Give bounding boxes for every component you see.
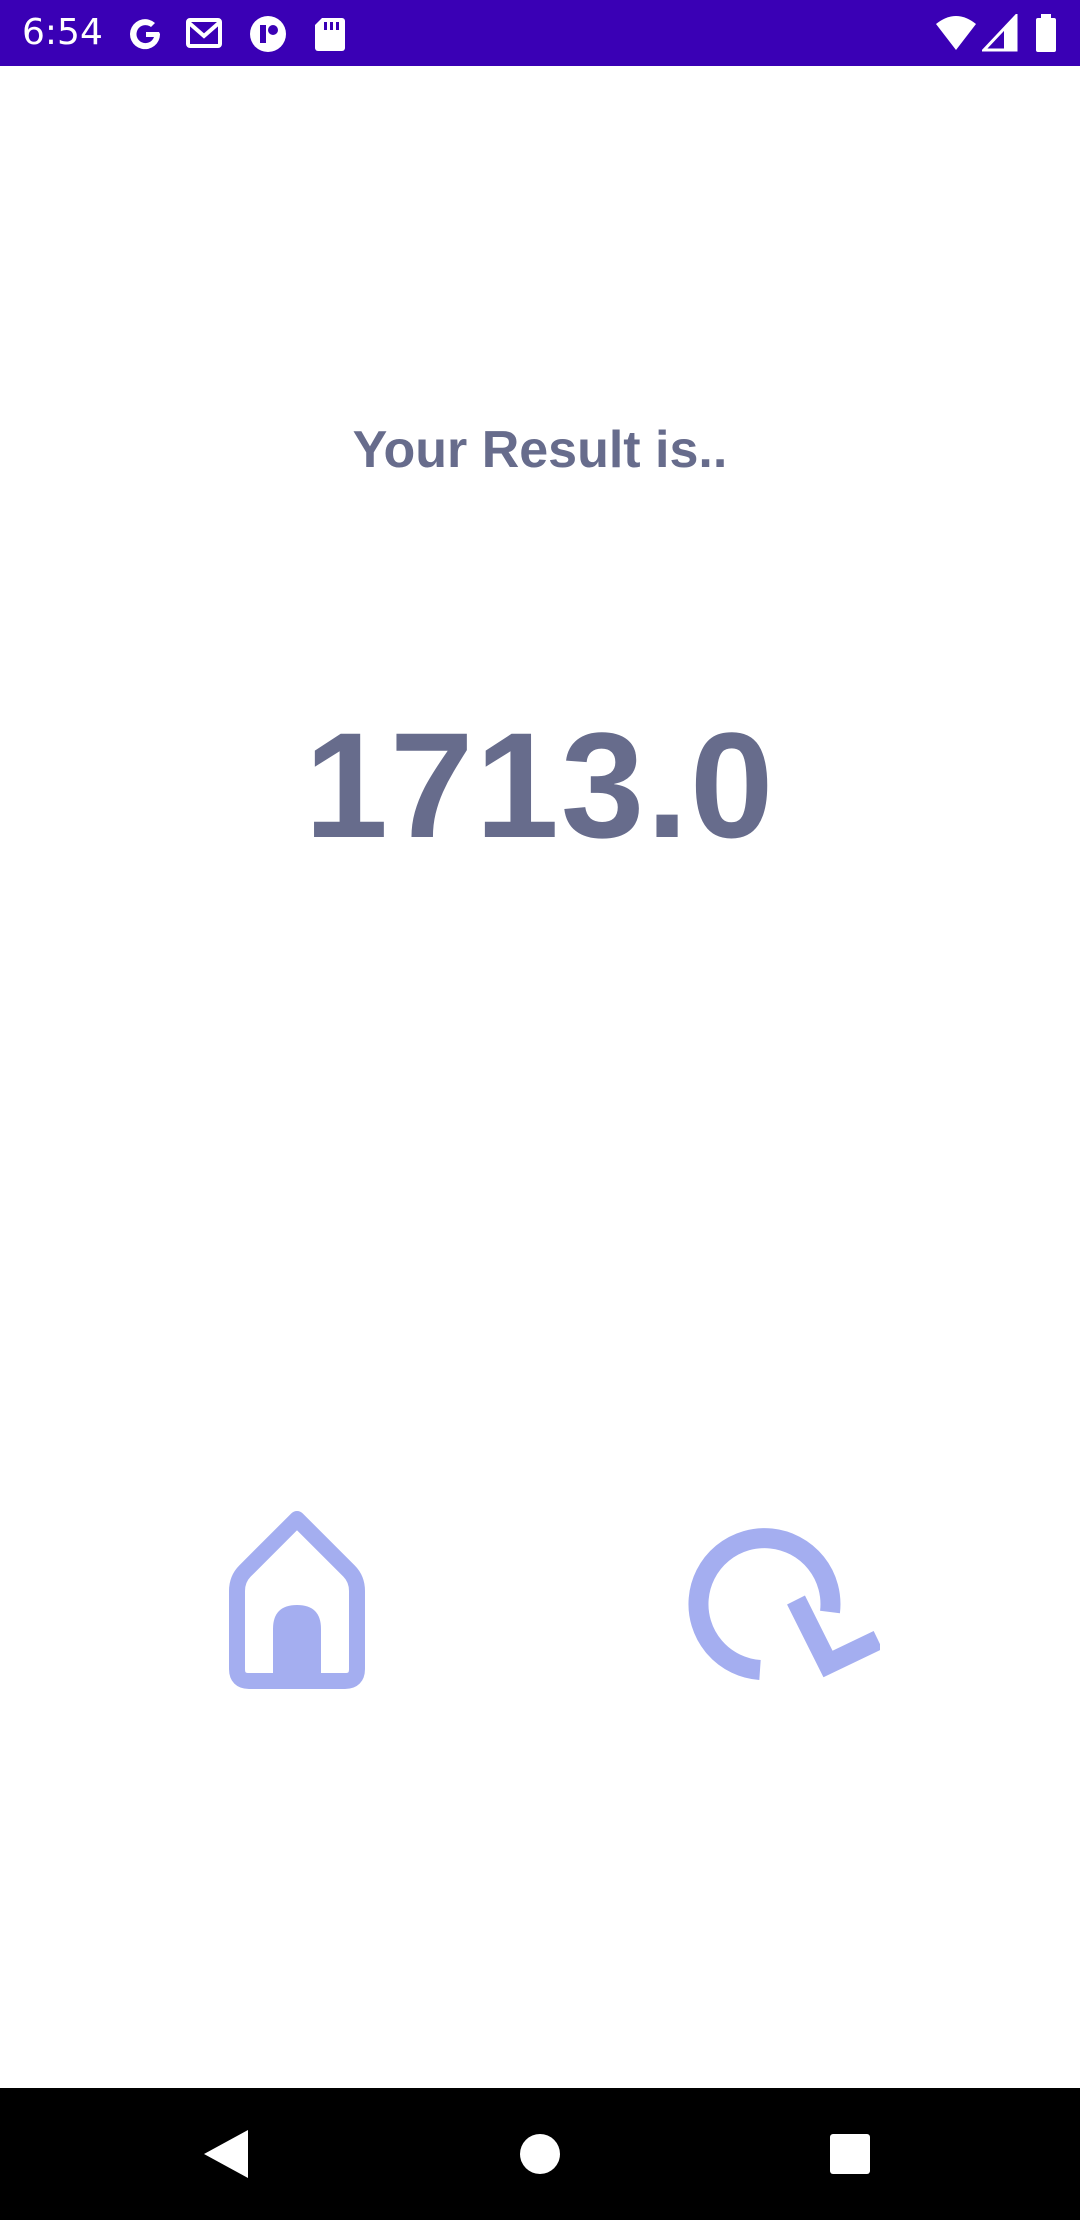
- app-icon: [250, 16, 286, 52]
- recents-icon[interactable]: [820, 2124, 880, 2184]
- retry-button[interactable]: [680, 1500, 880, 1700]
- sd-card-icon: [315, 18, 345, 51]
- home-button[interactable]: [197, 1500, 397, 1700]
- google-icon: [130, 19, 161, 50]
- battery-icon: [1036, 14, 1056, 52]
- back-icon[interactable]: [196, 2124, 256, 2184]
- wifi-icon: [936, 16, 976, 50]
- retry-icon: [688, 1528, 880, 1680]
- signal-icon: [982, 14, 1018, 52]
- result-heading: Your Result is..: [352, 421, 728, 479]
- home-icon: [229, 1511, 365, 1689]
- gmail-icon: [186, 18, 222, 48]
- status-bar: 6:54: [0, 0, 1080, 66]
- home-circle-icon[interactable]: [510, 2124, 570, 2184]
- navigation-bar: [0, 2088, 1080, 2220]
- status-time: 6:54: [22, 12, 103, 53]
- result-value: 1713.0: [304, 701, 776, 869]
